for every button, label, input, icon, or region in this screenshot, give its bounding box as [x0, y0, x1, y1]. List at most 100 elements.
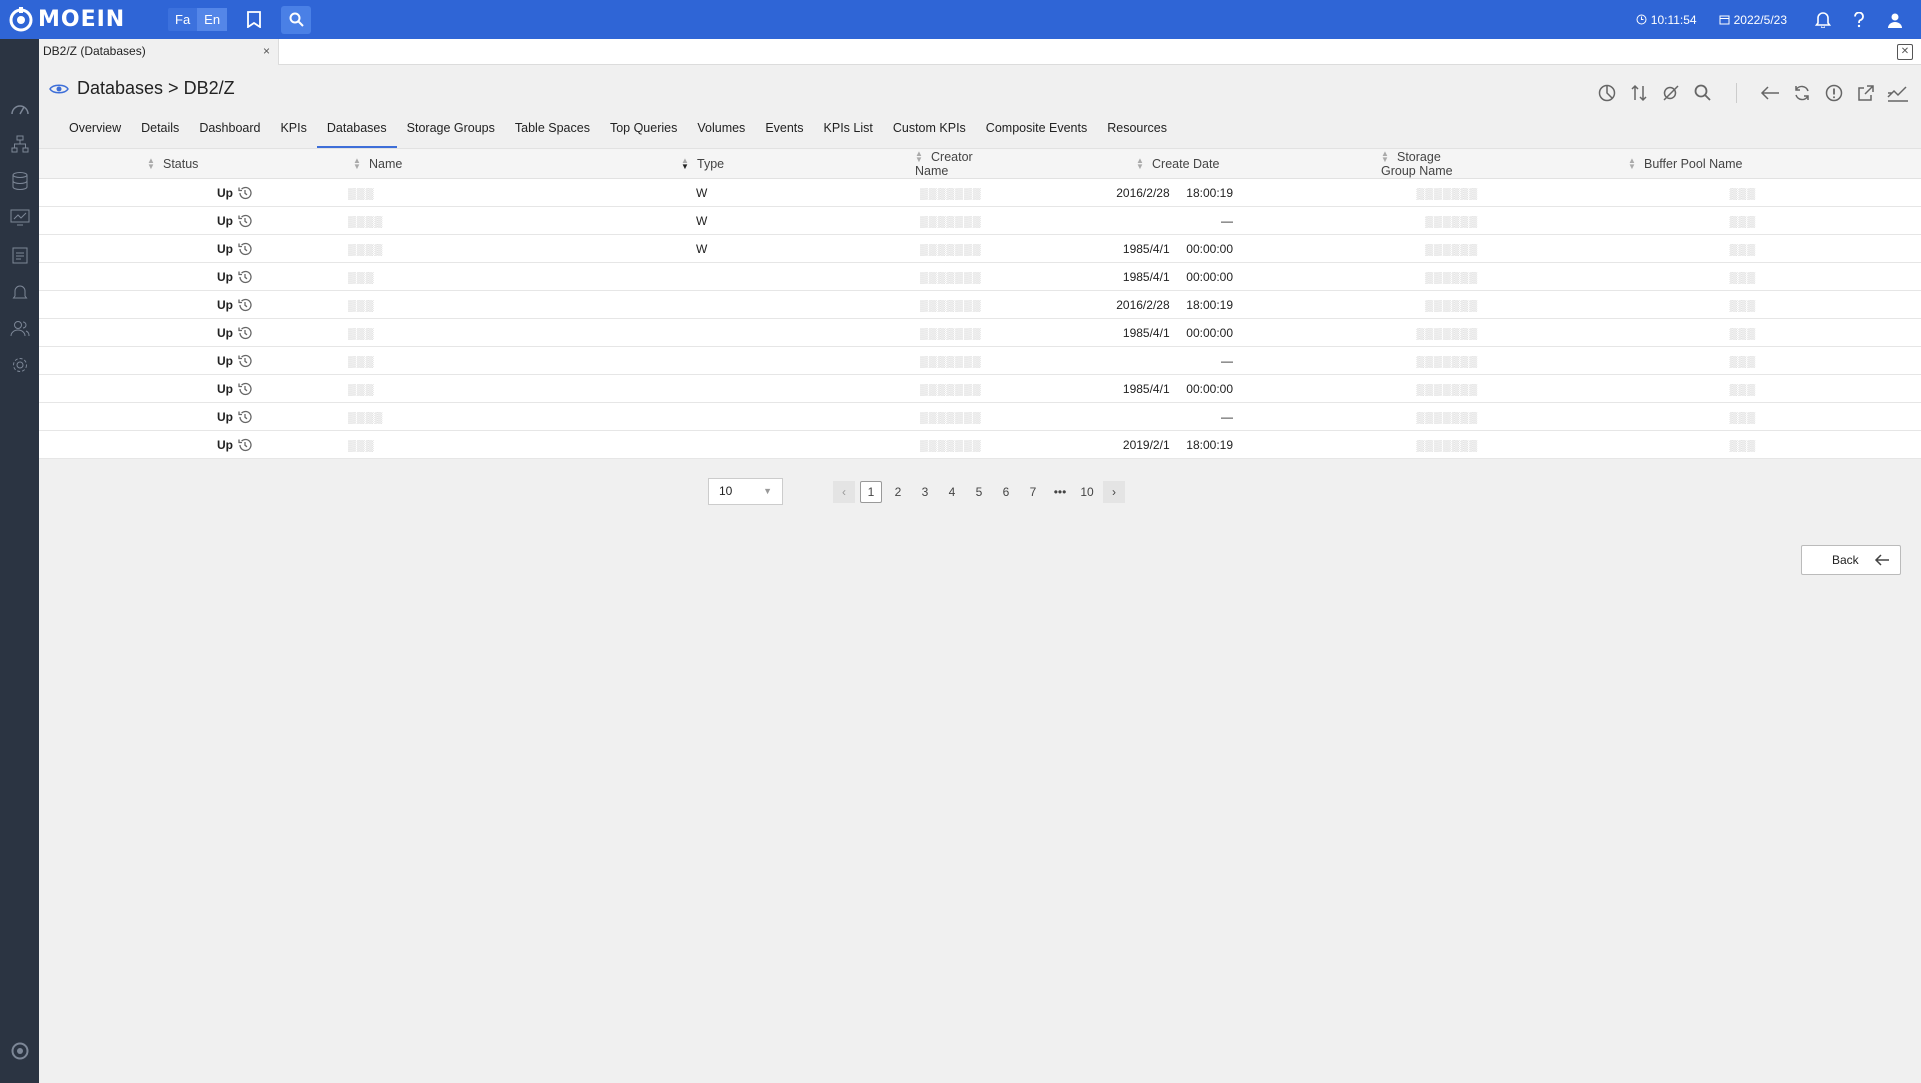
- page-1[interactable]: 1: [860, 480, 882, 503]
- bookmark-button[interactable]: [239, 6, 269, 34]
- cell-status: Up: [147, 234, 253, 263]
- history-icon[interactable]: [237, 325, 253, 341]
- header-create-date[interactable]: ▲ ▼ Create Date: [988, 148, 1233, 179]
- table-row[interactable]: Up ▒▒▒ ▒▒▒▒▒▒▒ 2019/2/1 18:00:19 ▒▒▒▒▒▒▒ ▒▒▒: [39, 430, 1921, 459]
- cell-buffer-pool-name: ▒▒▒: [1478, 234, 1756, 263]
- history-icon[interactable]: [237, 269, 253, 285]
- row-trailing: [1756, 290, 1921, 319]
- notifications-button[interactable]: [1809, 11, 1837, 28]
- help-button[interactable]: [1845, 11, 1873, 28]
- table-row[interactable]: Up ▒▒▒ ▒▒▒▒▒▒▒ — ▒▒▒▒▒▒▒ ▒▒▒: [39, 346, 1921, 375]
- header-status[interactable]: ▲ ▼ Status: [147, 148, 253, 179]
- page-5[interactable]: 5: [968, 481, 990, 503]
- history-icon[interactable]: [237, 185, 253, 201]
- doc-tab-db2z[interactable]: DB2/Z (Databases) ×: [39, 39, 279, 65]
- tab-volumes[interactable]: Volumes: [687, 118, 755, 148]
- user-button[interactable]: [1881, 12, 1909, 28]
- go-back-button[interactable]: [1759, 82, 1781, 104]
- page-2[interactable]: 2: [887, 481, 909, 503]
- header-storage-group-name[interactable]: ▲ ▼ Storage Group Name: [1233, 148, 1478, 179]
- table-row[interactable]: Up ▒▒▒▒ W ▒▒▒▒▒▒▒ 1985/4/1 00:00:00 ▒▒▒▒▒▒ ▒▒▒: [39, 234, 1921, 263]
- history-icon[interactable]: [237, 241, 253, 257]
- tab-events[interactable]: Events: [755, 118, 813, 148]
- history-icon[interactable]: [237, 381, 253, 397]
- table-row[interactable]: Up ▒▒▒ ▒▒▒▒▒▒▒ 2016/2/28 18:00:19 ▒▒▒▒▒▒ ▒▒▒: [39, 290, 1921, 319]
- trend-button[interactable]: [1887, 82, 1909, 104]
- history-icon[interactable]: [237, 437, 253, 453]
- page-7[interactable]: 7: [1022, 481, 1044, 503]
- table-row[interactable]: Up ▒▒▒▒ W ▒▒▒▒▒▒▒ — ▒▒▒▒▒▒ ▒▒▒: [39, 206, 1921, 235]
- tab-dashboard[interactable]: Dashboard: [189, 118, 270, 148]
- sidebar-item-alerts[interactable]: [9, 281, 30, 302]
- prev-page-button[interactable]: ‹: [833, 480, 855, 503]
- next-page-button[interactable]: ›: [1103, 480, 1125, 503]
- export-button[interactable]: [1855, 82, 1877, 104]
- header-name[interactable]: ▲ ▼ Name: [253, 148, 498, 179]
- history-icon[interactable]: [237, 409, 253, 425]
- tab-custom-kpis[interactable]: Custom KPIs: [883, 118, 976, 148]
- tab-kpis-list[interactable]: KPIs List: [814, 118, 883, 148]
- table-row[interactable]: Up ▒▒▒ ▒▒▒▒▒▒▒ 1985/4/1 00:00:00 ▒▒▒▒▒▒▒ ▒▒▒: [39, 374, 1921, 403]
- close-all-tabs-icon[interactable]: ✕: [1897, 44, 1913, 60]
- back-button[interactable]: Back: [1801, 545, 1901, 575]
- sidebar-item-settings[interactable]: [9, 354, 30, 375]
- history-icon[interactable]: [237, 297, 253, 313]
- cell-type: [498, 374, 743, 403]
- lang-en[interactable]: En: [197, 8, 228, 31]
- page-10[interactable]: 10: [1076, 481, 1098, 503]
- page-6[interactable]: 6: [995, 481, 1017, 503]
- header-buffer-pool-name[interactable]: ▲ ▼ Buffer Pool Name: [1478, 148, 1756, 179]
- logo[interactable]: MOEIN: [8, 6, 158, 33]
- sort-icon[interactable]: ▲ ▼: [681, 157, 689, 171]
- page-4[interactable]: 4: [941, 481, 963, 503]
- sidebar-item-databases[interactable]: [9, 170, 30, 191]
- doc-tab-close-icon[interactable]: ×: [263, 44, 270, 58]
- sort-button[interactable]: [1628, 82, 1650, 104]
- header-type[interactable]: ▲ ▼ Type: [498, 148, 743, 179]
- chart-button[interactable]: [1596, 82, 1618, 104]
- refresh-icon: [1795, 85, 1809, 101]
- sort-icon[interactable]: ▲ ▼: [1628, 157, 1636, 171]
- sort-icon[interactable]: ▲ ▼: [1136, 157, 1144, 171]
- header-creator-name[interactable]: ▲ ▼ Creator Name: [743, 148, 988, 179]
- tab-table-spaces[interactable]: Table Spaces: [505, 118, 600, 148]
- search-button[interactable]: [281, 5, 312, 34]
- history-icon[interactable]: [237, 213, 253, 229]
- refresh-button[interactable]: [1791, 82, 1813, 104]
- history-icon[interactable]: [237, 353, 253, 369]
- table-row[interactable]: Up ▒▒▒ ▒▒▒▒▒▒▒ 1985/4/1 00:00:00 ▒▒▒▒▒▒▒ ▒▒▒: [39, 318, 1921, 347]
- sort-icon[interactable]: ▲ ▼: [915, 150, 923, 164]
- table-row[interactable]: Up ▒▒▒ W ▒▒▒▒▒▒▒ 2016/2/28 18:00:19 ▒▒▒▒▒▒▒ ▒▒…: [39, 178, 1921, 207]
- tab-top-queries[interactable]: Top Queries: [600, 118, 687, 148]
- sidebar-item-users[interactable]: [9, 318, 30, 339]
- lang-fa[interactable]: Fa: [168, 8, 197, 31]
- tab-databases[interactable]: Databases: [316, 118, 397, 148]
- sort-icon[interactable]: ▲ ▼: [1381, 150, 1389, 164]
- tab-storage-groups[interactable]: Storage Groups: [397, 118, 505, 148]
- sort-icon[interactable]: ▲ ▼: [147, 157, 155, 171]
- page-size-select[interactable]: 10 ▼: [708, 478, 783, 505]
- page-3[interactable]: 3: [914, 481, 936, 503]
- sidebar: [0, 39, 39, 1083]
- sidebar-item-dashboard[interactable]: [9, 97, 30, 118]
- tab-resources[interactable]: Resources: [1097, 118, 1177, 148]
- cell-creator-name: ▒▒▒▒▒▒▒: [743, 206, 988, 235]
- sidebar-item-topology[interactable]: [9, 133, 30, 154]
- status-text: Up: [217, 409, 233, 424]
- sort-icon[interactable]: ▲ ▼: [353, 157, 361, 171]
- current-time: 10:11:54: [1650, 12, 1697, 27]
- eye-icon[interactable]: [49, 82, 69, 96]
- table-search-button[interactable]: [1692, 82, 1714, 104]
- tab-overview[interactable]: Overview: [59, 118, 131, 148]
- clear-filter-button[interactable]: [1660, 82, 1682, 104]
- table-row[interactable]: Up ▒▒▒ ▒▒▒▒▒▒▒ 1985/4/1 00:00:00 ▒▒▒▒▒▒ ▒▒▒: [39, 262, 1921, 291]
- sidebar-item-monitoring[interactable]: [9, 207, 30, 228]
- cell-name: ▒▒▒: [253, 262, 498, 291]
- page-ellipsis[interactable]: •••: [1049, 481, 1071, 503]
- tab-details[interactable]: Details: [131, 118, 189, 148]
- tab-composite-events[interactable]: Composite Events: [976, 118, 1097, 148]
- table-row[interactable]: Up ▒▒▒▒ ▒▒▒▒▒▒▒ — ▒▒▒▒▒▒▒ ▒▒▒: [39, 402, 1921, 431]
- sidebar-item-reports[interactable]: [9, 244, 30, 265]
- tab-kpis[interactable]: KPIs: [270, 118, 316, 148]
- info-button[interactable]: [1823, 82, 1845, 104]
